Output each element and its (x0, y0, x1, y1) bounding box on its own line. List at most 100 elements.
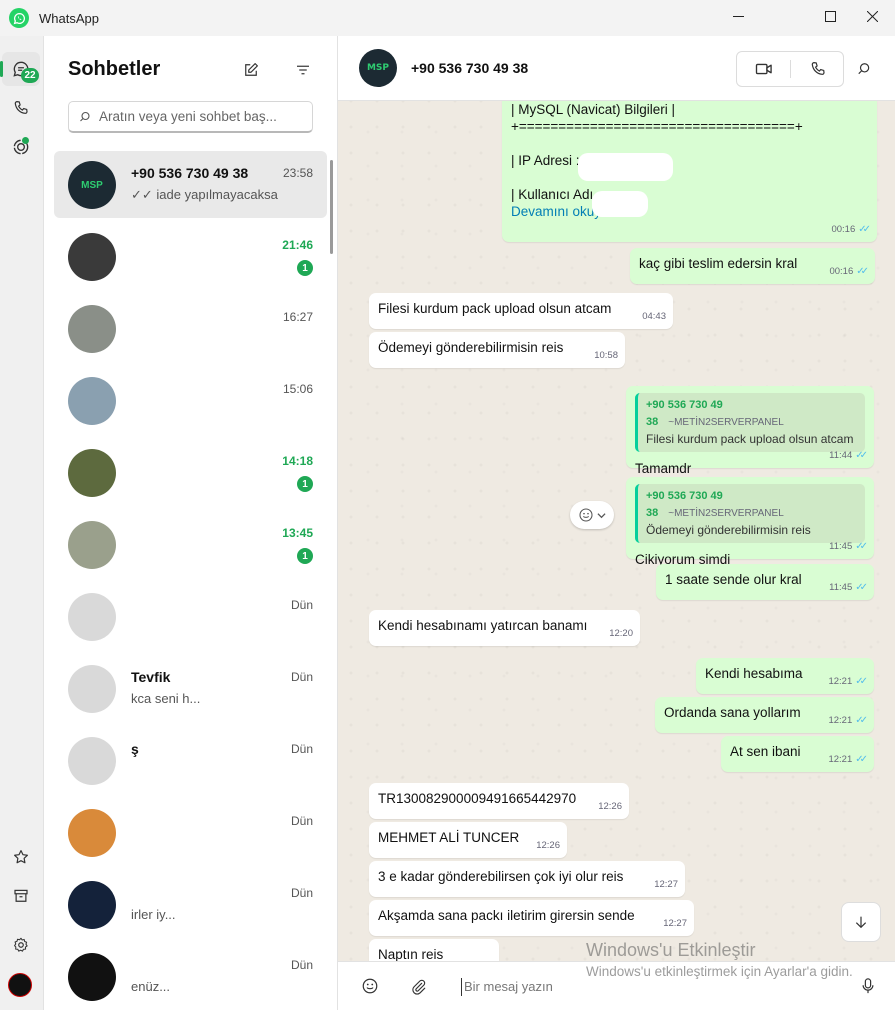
chats-nav-button[interactable]: 22 (0, 52, 40, 86)
chat-list-item[interactable]: Dün (54, 799, 327, 866)
calls-nav-button[interactable] (2, 91, 40, 125)
chat-avatar (68, 233, 116, 281)
filter-button[interactable] (291, 58, 315, 82)
chat-avatar (68, 953, 116, 1001)
voice-call-button[interactable] (791, 52, 844, 86)
status-nav-button[interactable] (2, 130, 40, 164)
chat-list-title: Sohbetler (68, 58, 161, 80)
message-input[interactable]: Bir mesaj yazın (461, 978, 553, 996)
chat-list-item[interactable]: Dün (54, 583, 327, 650)
chat-list-item[interactable]: 14:18 1 (54, 439, 327, 506)
unread-count-badge: 1 (297, 260, 313, 276)
chat-time: Dün (290, 958, 313, 972)
chat-avatar (68, 665, 116, 713)
title-bar: WhatsApp (0, 0, 895, 36)
outgoing-message[interactable]: Kendi hesabıma 12:21 ✓✓ (696, 658, 874, 694)
maximize-button[interactable] (807, 0, 853, 32)
chat-list-item[interactable]: 15:06 (54, 367, 327, 434)
contact-avatar[interactable]: MSP (359, 49, 397, 87)
incoming-message[interactable]: Ödemeyi gönderebilirmisin reis 10:58 (369, 332, 625, 368)
chat-avatar: MSP (68, 161, 116, 209)
search-messages-button[interactable] (853, 58, 875, 80)
outgoing-message[interactable]: At sen ibani 12:21 ✓✓ (721, 736, 874, 772)
archive-nav-button[interactable] (2, 879, 40, 913)
activation-watermark-text: Windows'u etkinleştirmek için Ayarlar'a … (586, 964, 853, 979)
video-call-button[interactable] (737, 52, 790, 86)
chat-list-item[interactable]: enüz... Dün (54, 943, 327, 1010)
starred-icon (14, 850, 28, 864)
incoming-message[interactable]: Akşamda sana packı iletirim girersin sen… (369, 900, 694, 936)
read-more-link[interactable]: Devamını okuyun (511, 203, 868, 220)
chat-list-item[interactable]: irler iy... Dün (54, 871, 327, 938)
scroll-to-bottom-button[interactable] (841, 902, 881, 942)
outgoing-message[interactable]: | MySQL (Navicat) Bilgileri | +=========… (502, 94, 877, 242)
chat-preview: enüz... (131, 979, 171, 994)
quoted-message[interactable]: +90 536 730 49 38 ~METİN2SERVERPANEL Files… (635, 393, 865, 452)
chat-list-item[interactable]: ş Dün (54, 727, 327, 794)
search-icon (80, 111, 90, 121)
maximize-icon (824, 10, 836, 22)
chat-list-scrollbar[interactable] (330, 160, 333, 254)
paperclip-icon (411, 979, 425, 995)
chat-time: Dün (290, 742, 313, 756)
message-meta: 11:44 ✓✓ (829, 447, 868, 464)
chat-list-item[interactable]: 21:46 1 (54, 223, 327, 290)
incoming-message[interactable]: Kendi hesabınamı yatırcan banamı 12:20 (369, 610, 640, 646)
message-meta: 11:45 ✓✓ (829, 579, 868, 596)
reaction-button[interactable] (570, 501, 614, 529)
chat-list-item[interactable]: 16:27 (54, 295, 327, 362)
chat-list-item[interactable]: 13:45 1 (54, 511, 327, 578)
chat-time: 16:27 (282, 310, 313, 324)
search-input[interactable]: Aratın veya yeni sohbet baş... (68, 101, 313, 133)
attach-button[interactable] (407, 975, 429, 997)
message-meta: 12:20 (609, 625, 633, 642)
status-update-dot (22, 137, 29, 144)
read-receipt-icon: ✓✓ (855, 754, 868, 765)
read-receipt-icon: ✓✓ (856, 266, 869, 277)
incoming-message[interactable]: 3 e kadar gönderebilirsen çok iyi olur r… (369, 861, 685, 897)
chat-time: Dün (290, 814, 313, 828)
outgoing-message[interactable]: Ordanda sana yollarım 12:21 ✓✓ (655, 697, 874, 733)
chat-preview: kca seni h... (131, 691, 201, 706)
outgoing-message[interactable]: +90 536 730 49 38 ~METİN2SERVERPANEL Files… (626, 386, 874, 476)
contact-name[interactable]: +90 536 730 49 38 (411, 60, 528, 76)
chat-list-item[interactable]: MSP +90 536 730 49 38 ✓✓ iade yapılmayacak… (54, 151, 327, 218)
chat-avatar (68, 881, 116, 929)
emoji-button[interactable] (359, 975, 381, 997)
quoted-message[interactable]: +90 536 730 49 38 ~METİN2SERVERPANEL Ödeme… (635, 484, 865, 543)
chat-list-item[interactable]: Tevfik kca seni h... Dün (54, 655, 327, 722)
message-time: 12:21 (828, 754, 853, 765)
chat-preview: ✓✓ iade yapılmayacaksa (131, 187, 278, 202)
outgoing-message[interactable]: 1 saate sende olur kral 11:45 ✓✓ (656, 564, 874, 600)
chat-preview: irler iy... (131, 907, 176, 922)
outgoing-message[interactable]: +90 536 730 49 38 ~METİN2SERVERPANEL Ödeme… (626, 477, 874, 567)
calls-icon (14, 101, 28, 114)
incoming-message[interactable]: MEHMET ALİ TUNCER 12:26 (369, 822, 567, 858)
chat-avatar (68, 521, 116, 569)
message-time: 12:21 (828, 676, 853, 687)
profile-avatar[interactable] (8, 973, 32, 997)
voice-message-button[interactable] (857, 975, 879, 997)
message-meta: 00:16 ✓✓ (829, 263, 868, 280)
incoming-message[interactable]: Filesi kurdum pack upload olsun atcam 04:… (369, 293, 673, 329)
message-meta: 12:26 (598, 798, 622, 815)
incoming-message[interactable]: TR130082900009491665442970 12:26 (369, 783, 629, 819)
settings-nav-button[interactable] (2, 928, 40, 962)
starred-nav-button[interactable] (2, 840, 40, 874)
read-receipt-icon: ✓✓ (858, 224, 871, 235)
minimize-button[interactable] (715, 0, 761, 32)
chat-time: Dün (290, 670, 313, 684)
close-button[interactable] (849, 0, 895, 32)
arrow-down-icon (855, 916, 867, 929)
message-text: Akşamda sana packı iletirim girersin sen… (378, 908, 635, 923)
message-time: 10:58 (594, 350, 618, 361)
phone-icon (811, 62, 825, 75)
outgoing-message[interactable]: kaç gibi teslim edersin kral 00:16 ✓✓ (630, 248, 875, 284)
contact-avatar-logo: MSP (366, 63, 390, 73)
message-meta: 12:21 ✓✓ (828, 751, 867, 768)
video-camera-icon (755, 63, 772, 75)
whatsapp-logo-icon (9, 8, 29, 28)
quote-tag: ~METİN2SERVERPANEL (668, 508, 784, 519)
new-chat-button[interactable] (239, 58, 263, 82)
read-receipt-icon: ✓✓ (855, 450, 868, 461)
